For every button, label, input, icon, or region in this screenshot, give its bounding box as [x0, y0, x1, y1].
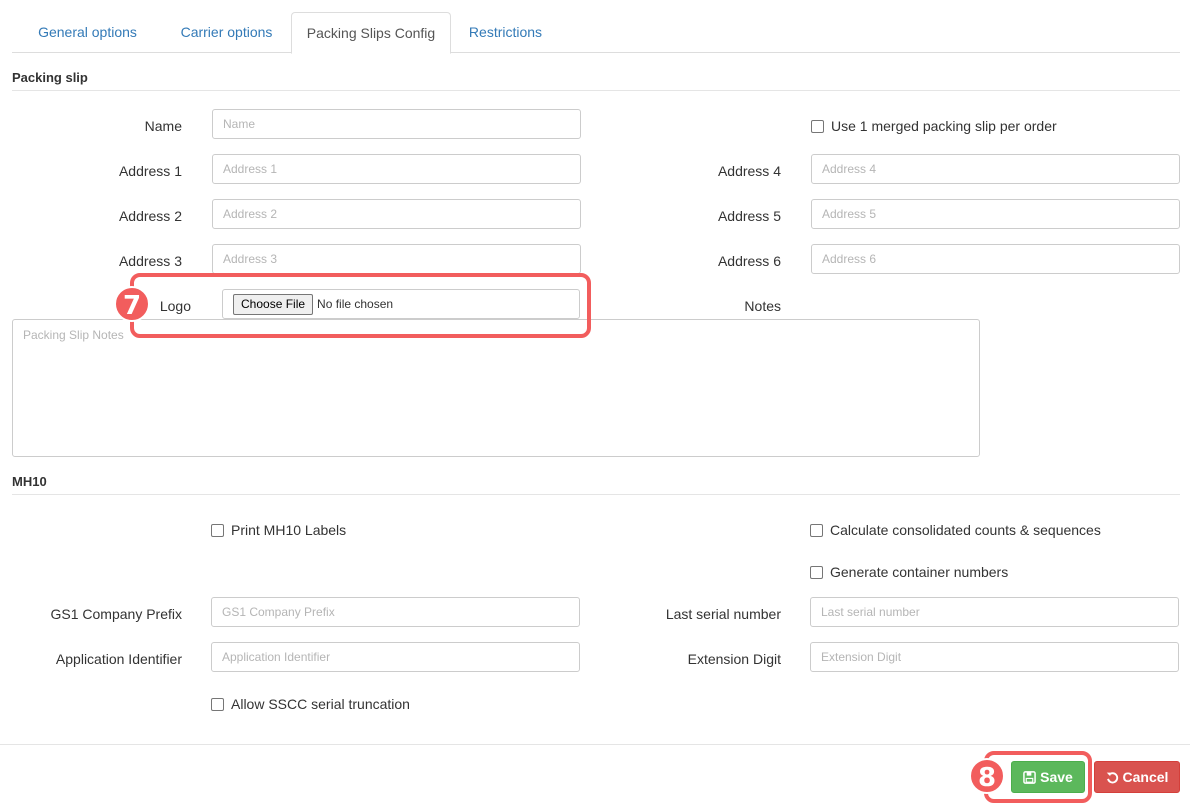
checkbox-box[interactable] [211, 523, 224, 537]
name-label: Name [144, 118, 182, 134]
save-button[interactable]: Save [1011, 761, 1085, 793]
address5-input[interactable] [811, 199, 1180, 229]
logo-highlight [130, 273, 591, 338]
gs1-prefix-label: GS1 Company Prefix [50, 606, 183, 622]
notes-textarea[interactable] [12, 319, 980, 457]
generate-container-checkbox[interactable]: Generate container numbers [810, 562, 1008, 582]
tab-carrier-options[interactable]: Carrier options [163, 12, 290, 53]
address6-input[interactable] [811, 244, 1180, 274]
address3-input[interactable] [212, 244, 581, 274]
checkbox-box[interactable] [811, 119, 824, 133]
floppy-disk-icon [1023, 770, 1036, 784]
footer-divider [0, 744, 1190, 745]
last-serial-input[interactable] [810, 597, 1179, 627]
app-identifier-label: Application Identifier [55, 651, 182, 667]
undo-icon [1106, 771, 1118, 783]
last-serial-label: Last serial number [665, 606, 781, 622]
name-input[interactable] [212, 109, 581, 139]
step-7-badge: 7 [114, 286, 150, 322]
consolidated-counts-label: Calculate consolidated counts & sequence… [830, 522, 1101, 538]
checkbox-box[interactable] [810, 565, 823, 579]
cancel-button[interactable]: Cancel [1094, 761, 1180, 793]
merged-packing-slip-checkbox[interactable]: Use 1 merged packing slip per order [811, 116, 1057, 136]
address1-label: Address 1 [118, 163, 182, 179]
address6-label: Address 6 [717, 253, 781, 269]
gs1-prefix-input[interactable] [211, 597, 580, 627]
save-label: Save [1040, 769, 1073, 785]
allow-truncation-checkbox[interactable]: Allow SSCC serial truncation [211, 694, 410, 714]
generate-container-label: Generate container numbers [830, 564, 1009, 580]
address4-input[interactable] [811, 154, 1180, 184]
app-identifier-input[interactable] [211, 642, 580, 672]
step-8-badge: 8 [969, 758, 1005, 794]
address2-label: Address 2 [118, 208, 182, 224]
tab-packing-slips-config[interactable]: Packing Slips Config [291, 12, 451, 54]
extension-digit-label: Extension Digit [687, 651, 781, 667]
address3-label: Address 3 [118, 253, 182, 269]
checkbox-box[interactable] [810, 523, 823, 537]
mh10-heading: MH10 [12, 474, 1180, 495]
tab-bar: General options Carrier options Packing … [12, 0, 1180, 54]
packing-slip-heading: Packing slip [12, 70, 1180, 91]
tab-restrictions[interactable]: Restrictions [451, 12, 560, 53]
address5-label: Address 5 [717, 208, 781, 224]
checkbox-box[interactable] [211, 697, 224, 711]
print-mh10-label: Print MH10 Labels [231, 522, 347, 538]
address1-input[interactable] [212, 154, 581, 184]
cancel-label: Cancel [1122, 769, 1169, 785]
print-mh10-checkbox[interactable]: Print MH10 Labels [211, 520, 346, 540]
consolidated-counts-checkbox[interactable]: Calculate consolidated counts & sequence… [810, 520, 1101, 540]
extension-digit-input[interactable] [810, 642, 1179, 672]
tab-general-options[interactable]: General options [12, 12, 163, 53]
merged-packing-slip-label: Use 1 merged packing slip per order [831, 118, 1057, 134]
address2-input[interactable] [212, 199, 581, 229]
notes-label: Notes [744, 298, 781, 314]
allow-truncation-label: Allow SSCC serial truncation [231, 696, 410, 712]
address4-label: Address 4 [717, 163, 781, 179]
